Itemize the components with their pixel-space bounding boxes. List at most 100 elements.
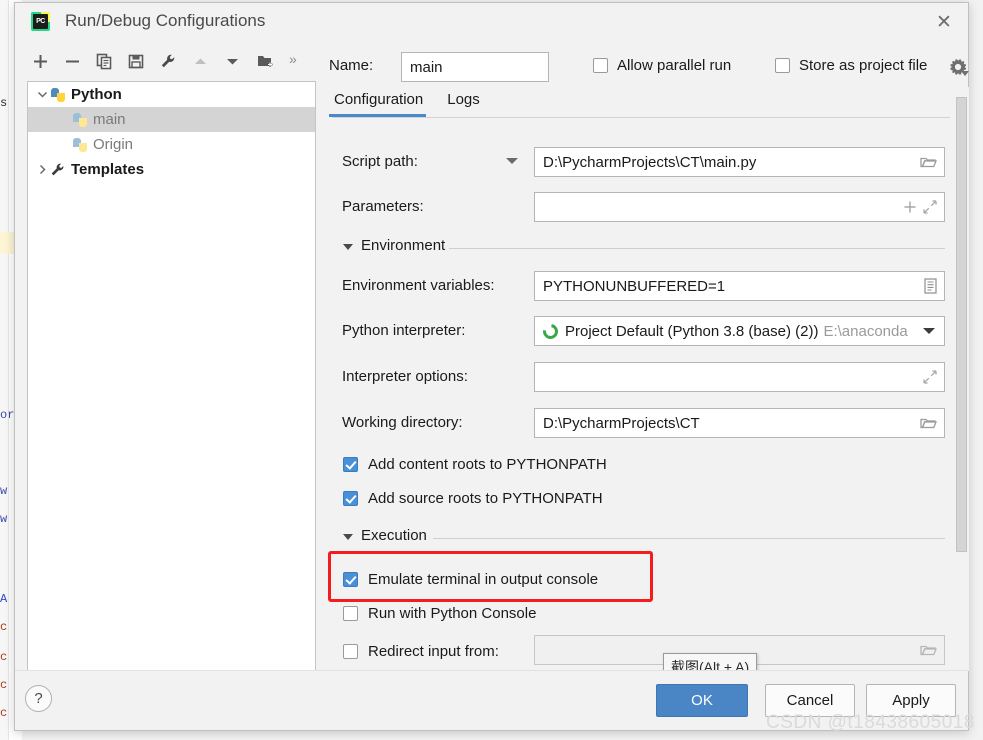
- plus-icon[interactable]: [903, 200, 917, 214]
- python-interpreter-row: Python interpreter: Project Default (Pyt…: [329, 316, 949, 346]
- allow-parallel-run-checkbox-box: [593, 58, 608, 73]
- dialog-title: Run/Debug Configurations: [65, 11, 266, 30]
- tree-item-python[interactable]: Python: [28, 82, 315, 107]
- editor-text-fragment: w: [0, 484, 8, 498]
- section-divider: [433, 538, 945, 539]
- gear-icon[interactable]: [948, 57, 969, 77]
- chevron-right-icon[interactable]: [34, 164, 50, 175]
- folder-icon[interactable]: [920, 643, 937, 657]
- new-folder-button[interactable]: [253, 47, 279, 75]
- working-directory-label: Working directory:: [342, 414, 463, 431]
- environment-variables-input[interactable]: PYTHONUNBUFFERED=1: [534, 271, 945, 301]
- move-down-button[interactable]: [219, 47, 245, 75]
- working-directory-input[interactable]: D:\PycharmProjects\CT: [534, 408, 945, 438]
- interpreter-options-input[interactable]: [534, 362, 945, 392]
- wrench-icon: [50, 162, 66, 178]
- editor-text-fragment: or: [0, 408, 15, 422]
- run-with-python-console-checkbox-box: [343, 605, 358, 621]
- edit-templates-button[interactable]: [155, 47, 181, 75]
- configurations-toolbar: »: [27, 47, 317, 79]
- triangle-down-icon[interactable]: [343, 244, 353, 250]
- editor-text-fragment: c: [0, 678, 8, 692]
- run-debug-configurations-dialog: PC Run/Debug Configurations ✕ » Name: ma…: [14, 2, 969, 731]
- expand-icon[interactable]: [923, 370, 937, 384]
- copy-configuration-button[interactable]: [91, 47, 117, 75]
- expand-icon[interactable]: [923, 200, 937, 214]
- python-interpreter-dropdown[interactable]: Project Default (Python 3.8 (base) (2)) …: [534, 316, 945, 346]
- folder-icon[interactable]: [920, 416, 937, 430]
- script-path-row: Script path: D:\PycharmProjects\CT\main.…: [329, 147, 949, 177]
- script-path-mode-chevron-down-icon[interactable]: [506, 158, 518, 164]
- name-input[interactable]: [401, 52, 549, 82]
- add-content-roots-checkbox-box: [343, 456, 358, 472]
- run-with-python-console-checkbox[interactable]: Run with Python Console: [343, 602, 536, 624]
- tree-item-main[interactable]: main: [28, 107, 315, 132]
- close-icon[interactable]: ✕: [930, 9, 958, 35]
- environment-variables-label: Environment variables:: [342, 277, 495, 294]
- tab-configuration[interactable]: Configuration: [328, 87, 433, 117]
- add-source-roots-checkbox[interactable]: Add source roots to PYTHONPATH: [343, 487, 603, 509]
- add-source-roots-label: Add source roots to PYTHONPATH: [368, 489, 603, 507]
- editor-text-fragment: c: [0, 620, 8, 634]
- python-icon: [72, 112, 88, 128]
- triangle-down-icon[interactable]: [343, 534, 353, 540]
- emulate-terminal-checkbox[interactable]: Emulate terminal in output console: [343, 568, 598, 590]
- execution-section-title: Execution: [361, 527, 427, 544]
- interpreter-options-row: Interpreter options:: [329, 362, 949, 392]
- help-button[interactable]: ?: [25, 685, 52, 712]
- move-up-button[interactable]: [187, 47, 213, 75]
- editor-text-fragment: A: [0, 592, 8, 606]
- list-edit-icon[interactable]: [924, 278, 937, 294]
- pycharm-icon: PC: [31, 12, 50, 31]
- chevron-down-icon[interactable]: [923, 328, 935, 334]
- script-path-value: D:\PycharmProjects\CT\main.py: [543, 153, 757, 171]
- parameters-label: Parameters:: [342, 198, 424, 215]
- ok-button[interactable]: OK: [656, 684, 748, 717]
- save-configuration-button[interactable]: [123, 47, 149, 75]
- configuration-panel: Script path: D:\PycharmProjects\CT\main.…: [329, 121, 951, 671]
- apply-button[interactable]: Apply: [866, 684, 956, 717]
- cancel-button[interactable]: Cancel: [765, 684, 855, 717]
- conda-circle-icon: [540, 320, 561, 342]
- folder-icon[interactable]: [920, 155, 937, 169]
- form-scrollbar[interactable]: [955, 91, 968, 671]
- screen-root: s or w w A c c c c PC Run/Debug Configur…: [0, 0, 983, 740]
- parameters-input[interactable]: [534, 192, 945, 222]
- emulate-terminal-checkbox-box: [343, 571, 358, 587]
- working-directory-value: D:\PycharmProjects\CT: [543, 414, 700, 432]
- parameters-row: Parameters:: [329, 192, 949, 222]
- tab-bar: Configuration Logs: [328, 87, 502, 117]
- tree-item-templates[interactable]: Templates: [28, 157, 315, 182]
- dialog-titlebar: PC Run/Debug Configurations ✕: [15, 3, 968, 41]
- execution-section-header: Execution: [329, 527, 949, 549]
- editor-text-fragment: s: [0, 96, 8, 110]
- remove-configuration-button[interactable]: [59, 47, 85, 75]
- python-interpreter-path: E:\anaconda: [823, 322, 908, 340]
- pycharm-icon-label: PC: [33, 14, 48, 29]
- add-configuration-button[interactable]: [27, 47, 53, 75]
- tab-logs[interactable]: Logs: [445, 87, 490, 117]
- script-path-input[interactable]: D:\PycharmProjects\CT\main.py: [534, 147, 945, 177]
- environment-variables-row: Environment variables: PYTHONUNBUFFERED=…: [329, 271, 949, 301]
- tree-item-label: Templates: [71, 161, 145, 178]
- environment-section-header: Environment: [329, 237, 949, 259]
- store-as-project-file-label: Store as project file: [799, 57, 928, 74]
- python-icon: [72, 137, 88, 153]
- tree-item-label: Python: [71, 86, 122, 103]
- chevron-down-icon[interactable]: [34, 89, 50, 100]
- editor-text-fragment: w: [0, 512, 8, 526]
- tree-item-origin[interactable]: Origin: [28, 132, 315, 157]
- dialog-footer: ? OK Cancel Apply: [15, 670, 968, 730]
- script-path-label: Script path:: [342, 153, 418, 170]
- store-as-project-file-checkbox[interactable]: Store as project file: [775, 57, 927, 74]
- configurations-tree[interactable]: Python main Origin Templates: [27, 81, 316, 671]
- toolbar-overflow-button[interactable]: »: [289, 51, 297, 67]
- interpreter-options-label: Interpreter options:: [342, 368, 468, 385]
- python-interpreter-label: Python interpreter:: [342, 322, 466, 339]
- allow-parallel-run-checkbox[interactable]: Allow parallel run: [593, 57, 731, 74]
- configuration-form: Configuration Logs Script path: D:\Pycha…: [328, 87, 969, 671]
- add-content-roots-label: Add content roots to PYTHONPATH: [368, 455, 607, 473]
- add-content-roots-checkbox[interactable]: Add content roots to PYTHONPATH: [343, 453, 607, 475]
- form-scrollbar-thumb[interactable]: [956, 97, 967, 552]
- section-divider: [449, 248, 945, 249]
